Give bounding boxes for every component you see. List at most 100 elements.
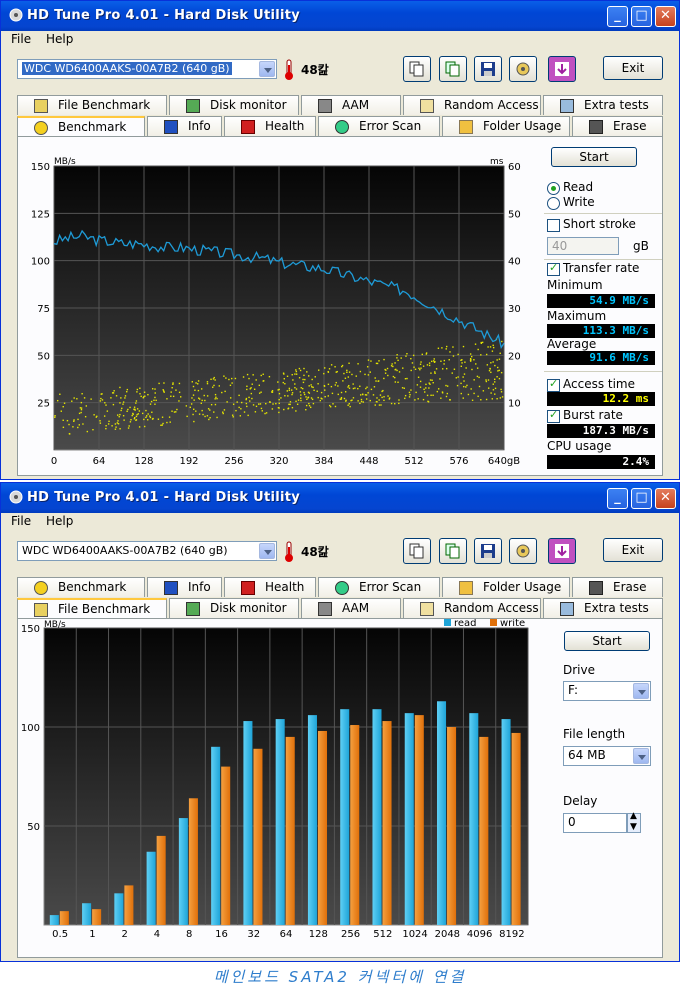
close-button[interactable]: ✕ (655, 488, 676, 509)
access-time-point (397, 359, 399, 362)
tab-folder-usage[interactable]: Folder Usage (442, 116, 570, 136)
access-time-point (417, 398, 419, 400)
access-time-point (282, 381, 284, 384)
tab-extra-tests[interactable]: Extra tests (543, 95, 663, 115)
access-time-point (175, 389, 177, 391)
tab-benchmark[interactable]: Benchmark (17, 577, 145, 597)
start-button[interactable]: Start (564, 631, 650, 651)
chevron-down-icon[interactable] (633, 683, 649, 699)
menu-help[interactable]: Help (46, 32, 73, 46)
short-stroke-checkbox[interactable] (547, 219, 560, 232)
access-time-checkbox[interactable] (547, 377, 560, 392)
tab-error-scan[interactable]: Error Scan (318, 116, 440, 136)
tab-erase[interactable]: Erase (572, 577, 663, 597)
download-button[interactable] (548, 56, 576, 82)
close-button[interactable]: ✕ (655, 6, 676, 27)
access-time-point (224, 390, 226, 393)
copy-info-button[interactable] (403, 538, 431, 564)
access-time-point (240, 401, 243, 404)
menu-file[interactable]: File (11, 514, 31, 528)
tab-disk-monitor[interactable]: Disk monitor (169, 598, 299, 618)
tab-info[interactable]: Info (147, 577, 222, 597)
copy-info-button[interactable] (403, 56, 431, 82)
access-time-point (302, 381, 305, 384)
tab-folder-usage[interactable]: Folder Usage (442, 577, 570, 597)
write-radio[interactable] (547, 197, 560, 210)
drive-select-value: WDC WD6400AAKS-00A7B2 (640 gB) (22, 544, 228, 557)
short-stroke-input[interactable]: 40 (547, 237, 619, 255)
delay-stepper[interactable]: ▲ ▼ (627, 811, 641, 833)
drive-dropdown[interactable]: F: (563, 681, 651, 701)
options-button[interactable] (509, 538, 537, 564)
access-time-point (54, 415, 56, 417)
tab-file-benchmark[interactable]: File Benchmark (17, 95, 167, 115)
access-time-point (500, 388, 502, 391)
chevron-up-icon[interactable]: ▲ (630, 811, 637, 821)
read-radio[interactable] (547, 182, 560, 195)
access-time-point (277, 381, 279, 383)
short-stroke-label: Short stroke (563, 217, 636, 231)
exit-button[interactable]: Exit (603, 538, 663, 562)
minimize-button[interactable]: _ (607, 488, 628, 509)
minimize-button[interactable]: _ (607, 6, 628, 27)
tab-random-access[interactable]: Random Access (403, 95, 541, 115)
access-time-point (138, 410, 141, 412)
access-time-point (475, 363, 477, 365)
access-time-point (213, 411, 215, 413)
copy-all-button[interactable] (439, 56, 467, 82)
access-time-point (104, 402, 106, 404)
access-time-point (239, 415, 242, 417)
chevron-down-icon[interactable]: ▼ (630, 822, 637, 832)
write-bar (92, 909, 102, 925)
tab-file-benchmark[interactable]: File Benchmark (17, 598, 167, 619)
start-button[interactable]: Start (551, 147, 637, 167)
chevron-down-icon[interactable] (633, 748, 649, 764)
info-icon (164, 581, 178, 595)
tab-aam[interactable]: AAM (301, 598, 401, 618)
access-time-point (471, 355, 473, 358)
chevron-down-icon[interactable] (259, 61, 275, 77)
access-time-point (485, 379, 487, 381)
burst-rate-checkbox[interactable] (547, 408, 560, 423)
drive-select[interactable]: WDC WD6400AAKS-00A7B2 (640 gB) (17, 59, 277, 79)
options-button[interactable] (509, 56, 537, 82)
transfer-rate-checkbox[interactable] (547, 261, 560, 276)
tab-aam[interactable]: AAM (301, 95, 401, 115)
x-tick-label: 1 (89, 929, 95, 940)
tab-disk-monitor[interactable]: Disk monitor (169, 95, 299, 115)
access-time-point (387, 374, 389, 377)
tab-error-scan[interactable]: Error Scan (318, 577, 440, 597)
access-time-point (499, 352, 501, 355)
chevron-down-icon[interactable] (259, 543, 275, 559)
download-button[interactable] (548, 538, 576, 564)
access-time-point (406, 353, 408, 355)
file-length-dropdown[interactable]: 64 MB (563, 746, 651, 766)
tab-info[interactable]: Info (147, 116, 222, 136)
delay-input[interactable]: 0 (563, 813, 627, 833)
access-time-point (119, 413, 121, 416)
access-time-point (394, 362, 396, 364)
tab-random-access[interactable]: Random Access (403, 598, 541, 618)
menu-file[interactable]: File (11, 32, 31, 46)
maximize-button[interactable]: □ (631, 6, 652, 27)
tab-extra-tests[interactable]: Extra tests (543, 598, 663, 618)
access-time-point (445, 384, 447, 387)
exit-button[interactable]: Exit (603, 56, 663, 80)
tab-erase[interactable]: Erase (572, 116, 663, 136)
tab-health[interactable]: Health (224, 577, 316, 597)
access-time-point (390, 402, 393, 405)
tab-benchmark[interactable]: Benchmark (17, 116, 145, 137)
save-button[interactable] (474, 56, 502, 82)
menu-help[interactable]: Help (46, 514, 73, 528)
access-time-point (214, 379, 216, 381)
save-button[interactable] (474, 538, 502, 564)
access-time-point (327, 383, 330, 386)
access-time-point (331, 392, 334, 395)
drive-select[interactable]: WDC WD6400AAKS-00A7B2 (640 gB) (17, 541, 277, 561)
tab-health[interactable]: Health (224, 116, 316, 136)
copy-all-button[interactable] (439, 538, 467, 564)
access-time-point (309, 406, 312, 409)
access-time-point (306, 398, 308, 401)
maximize-button[interactable]: □ (631, 488, 652, 509)
minimum-label: Minimum (547, 278, 603, 292)
